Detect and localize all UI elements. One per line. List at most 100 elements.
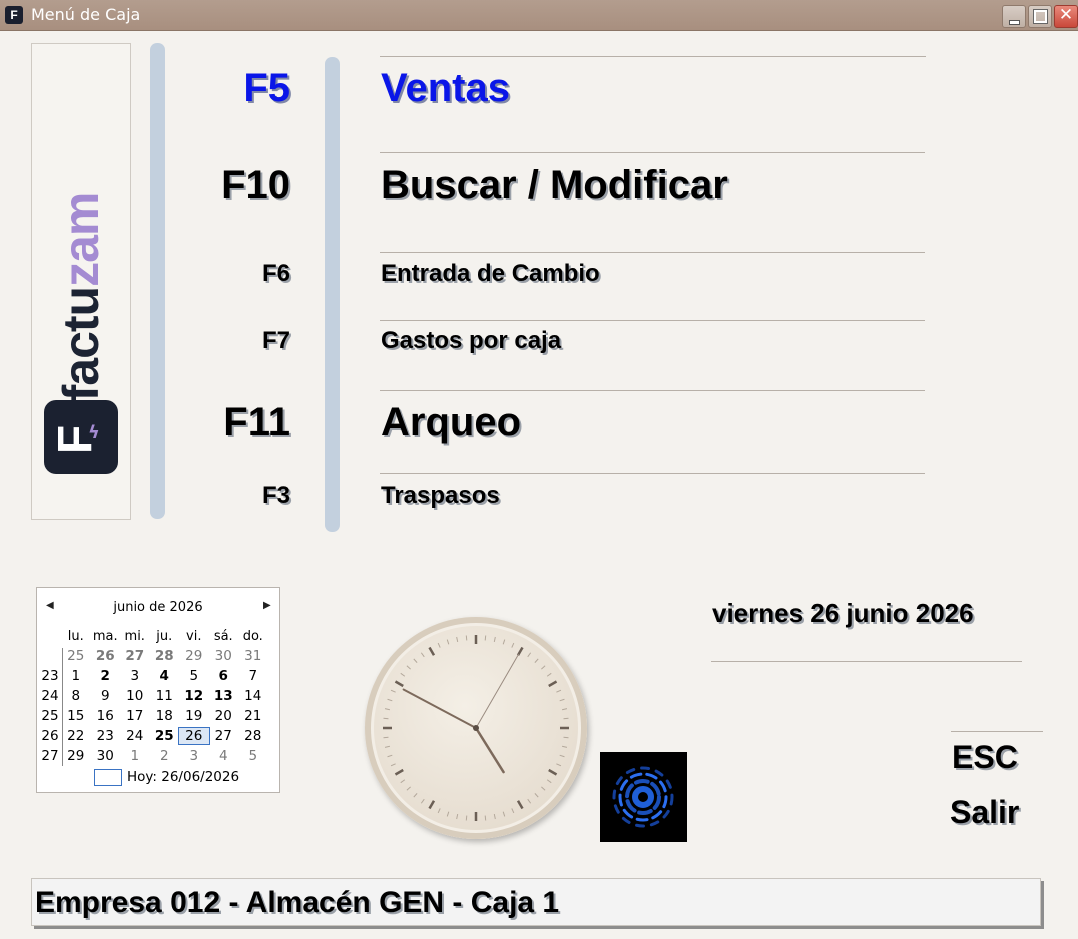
calendar-day[interactable]: 20: [209, 708, 239, 724]
calendar-day[interactable]: 30: [91, 748, 121, 764]
menu-item-ventas[interactable]: Ventas: [381, 66, 510, 111]
calendar-day[interactable]: 8: [61, 688, 91, 704]
calendar-day[interactable]: 1: [61, 668, 91, 684]
menu-key-entrada-cambio[interactable]: F6: [262, 260, 290, 288]
calendar-day[interactable]: 6: [209, 668, 239, 684]
calendar-day[interactable]: 22: [61, 728, 91, 744]
calendar-day[interactable]: 5: [179, 668, 209, 684]
clock-minute-tick: [456, 813, 459, 820]
calendar-day[interactable]: 31: [238, 648, 268, 664]
menu-key-buscar[interactable]: F10: [221, 163, 290, 208]
calendar-day[interactable]: 24: [120, 728, 150, 744]
clock-minute-tick: [390, 763, 396, 767]
menu-item-buscar-modificar[interactable]: Buscar / Modificar: [381, 163, 728, 208]
clock-minute-tick: [502, 639, 506, 645]
exit-button[interactable]: Salir: [950, 794, 1019, 831]
calendar-day[interactable]: 13: [209, 688, 239, 704]
minimize-button[interactable]: [1002, 5, 1026, 28]
menu-key-traspasos[interactable]: F3: [262, 482, 290, 510]
menu-key-gastos[interactable]: F7: [262, 327, 290, 355]
calendar-week-row: 23 1 2 3 4 5 6 7: [39, 666, 268, 686]
clock-face: [383, 635, 569, 821]
calendar-day[interactable]: 4: [209, 748, 239, 764]
calendar-day[interactable]: 9: [91, 688, 121, 704]
calendar-day[interactable]: 3: [179, 748, 209, 764]
date-separator: [711, 661, 1022, 662]
calendar-day[interactable]: 27: [209, 728, 239, 744]
calendar-day[interactable]: 5: [238, 748, 268, 764]
calendar-day[interactable]: 10: [120, 688, 150, 704]
close-icon: ✕: [1058, 5, 1074, 25]
weekday-label: mi.: [124, 628, 145, 644]
menu-item-arqueo[interactable]: Arqueo: [381, 400, 521, 445]
maximize-icon: [1033, 9, 1048, 24]
calendar-day[interactable]: 29: [179, 648, 209, 664]
clock-minute-tick: [384, 708, 391, 711]
calendar-day[interactable]: 26: [91, 648, 121, 664]
calendar-day[interactable]: 7: [238, 668, 268, 684]
clock-minute-tick: [420, 652, 425, 658]
calendar-day[interactable]: 25: [150, 728, 180, 744]
calendar-week-row: 25 26 27 28 29 30 31: [39, 646, 268, 666]
calendar-day[interactable]: 2: [150, 748, 180, 764]
calendar-day[interactable]: 11: [150, 688, 180, 704]
calendar-month-title[interactable]: junio de 2026: [37, 600, 279, 615]
calendar-day[interactable]: 1: [120, 748, 150, 764]
clock-minute-tick: [511, 808, 515, 814]
menu-item-entrada-cambio[interactable]: Entrada de Cambio: [381, 260, 600, 288]
calendar-today-link[interactable]: Hoy: 26/06/2026: [127, 769, 239, 785]
clock-minute-tick: [446, 639, 450, 645]
weekday-label: ma.: [92, 628, 118, 644]
calendar-day[interactable]: 2: [91, 668, 121, 684]
clock-minute-tick: [534, 793, 539, 798]
close-button[interactable]: ✕: [1054, 5, 1078, 28]
calendar-day[interactable]: 14: [238, 688, 268, 704]
calendar-day[interactable]: 21: [238, 708, 268, 724]
week-number: 23: [41, 668, 59, 684]
clock-minute-tick: [400, 779, 406, 784]
calendar-day[interactable]: 16: [91, 708, 121, 724]
clock-minute-tick: [387, 698, 393, 702]
calendar-day[interactable]: 30: [209, 648, 239, 664]
calendar-day[interactable]: 28: [150, 648, 180, 664]
calendar-day[interactable]: 28: [238, 728, 268, 744]
month-calendar[interactable]: ◀ junio de 2026 ▶ lu. ma. mi. ju. vi. sá…: [36, 587, 280, 793]
calendar-day[interactable]: 19: [179, 708, 209, 724]
calendar-day[interactable]: 25: [61, 648, 91, 664]
calendar-day[interactable]: 18: [150, 708, 180, 724]
calendar-day[interactable]: 12: [179, 688, 209, 704]
calendar-day[interactable]: 15: [61, 708, 91, 724]
clock-minute-tick: [546, 672, 552, 677]
clock-minute-tick: [400, 672, 406, 677]
maximize-button[interactable]: [1028, 5, 1052, 28]
menu-key-ventas[interactable]: F5: [243, 66, 290, 111]
exit-key[interactable]: ESC: [952, 739, 1018, 776]
menu-item-traspasos[interactable]: Traspasos: [381, 482, 500, 510]
menu-key-arqueo[interactable]: F11: [223, 400, 290, 445]
calendar-day[interactable]: 26: [178, 727, 210, 745]
clock-minute-tick: [556, 763, 562, 767]
status-company-store-register: Empresa 012 - Almacén GEN - Caja 1: [35, 886, 560, 919]
clock-hour-tick: [394, 768, 404, 776]
logo-panel: factuzam F ϟ: [31, 43, 131, 520]
clock-minute-tick: [465, 815, 468, 821]
menu-item-gastos-caja[interactable]: Gastos por caja: [381, 327, 561, 355]
calendar-grid: lu. ma. mi. ju. vi. sá. do. 25 26 27 28 29 30…: [39, 626, 268, 766]
calendar-day[interactable]: 3: [120, 668, 150, 684]
calendar-day[interactable]: 4: [150, 668, 180, 684]
calendar-day[interactable]: 23: [91, 728, 121, 744]
calendar-week-row: 25 15 16 17 18 19 20 21: [39, 706, 268, 726]
logo-word-part1: factu: [53, 286, 109, 402]
calendar-day[interactable]: 17: [120, 708, 150, 724]
window-titlebar: F Menú de Caja ✕: [0, 0, 1078, 31]
calendar-day[interactable]: 29: [61, 748, 91, 764]
weekday-label: lu.: [67, 628, 84, 644]
today-marker[interactable]: [94, 769, 122, 786]
status-bar: Empresa 012 - Almacén GEN - Caja 1: [31, 878, 1041, 926]
calendar-next-arrow-icon[interactable]: ▶: [263, 600, 271, 611]
clock-minute-tick: [413, 793, 418, 798]
clock-minute-tick: [437, 642, 441, 648]
weekday-label: do.: [242, 628, 263, 644]
week-number: 27: [41, 748, 59, 764]
calendar-day[interactable]: 27: [120, 648, 150, 664]
